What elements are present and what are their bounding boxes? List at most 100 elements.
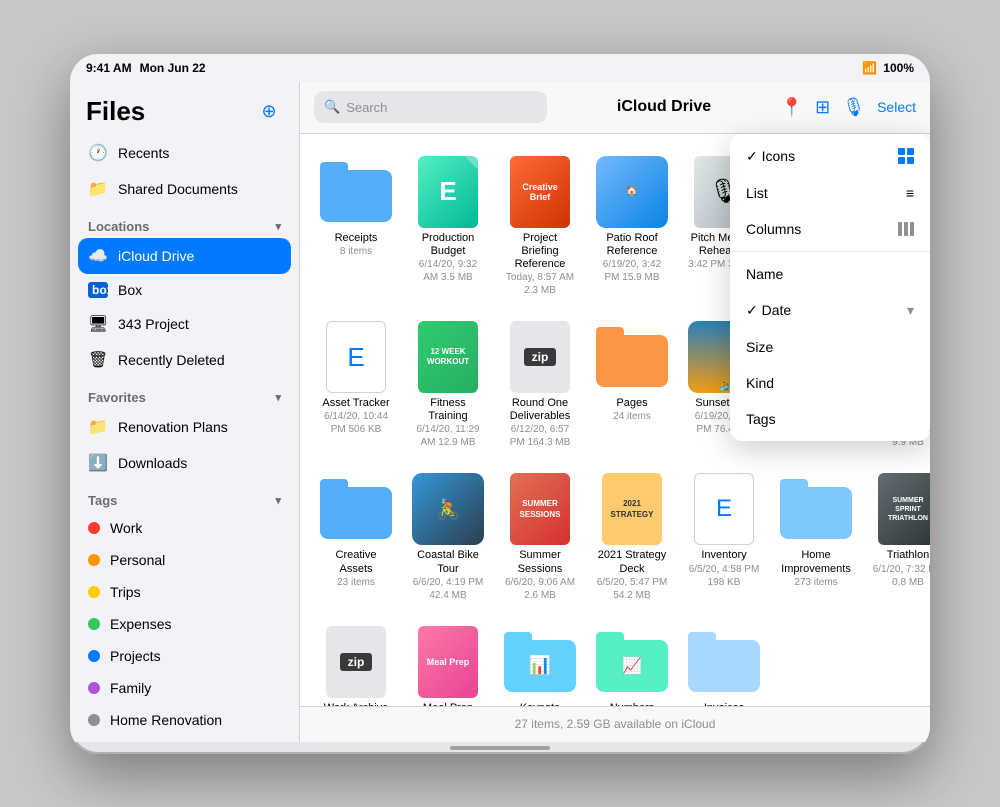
dropdown-sort-size[interactable]: Size [730,329,930,365]
file-item-asset[interactable]: E Asset Tracker 6/14/20, 10:44 PM 506 KB [316,315,396,455]
dropdown-columns[interactable]: Columns [730,211,930,247]
sidebar-header: Files ⊕ [70,82,299,135]
sidebar-item-icloud[interactable]: ☁️ iCloud Drive [78,238,291,274]
tags-header[interactable]: Tags ▾ [78,481,291,512]
favorites-header[interactable]: Favorites ▾ [78,378,291,409]
sidebar-item-box[interactable]: box Box [78,274,291,306]
locations-header[interactable]: Locations ▾ [78,207,291,238]
strategy-thumb: 2021 STRATEGY [596,473,668,545]
file-item-patio[interactable]: 🏠 Patio Roof Reference 6/19/20, 3:42 PM … [592,150,672,304]
creative-thumb [320,473,392,545]
project-name: Project Briefing Reference [504,232,576,272]
toolbar-right: 📍 ⊞ 🎙 Select [781,97,916,118]
file-item-coastal[interactable]: 🚴 Coastal Bike Tour 6/6/20, 4:19 PM 42.4… [408,467,488,607]
view-toggle-button[interactable]: ⊞ [815,97,830,118]
file-item-keynote[interactable]: 📊 Keynote 32 items [500,620,580,706]
file-item-round-one[interactable]: zip Round One Deliverables 6/12/20, 6:57… [500,315,580,455]
file-item-triathlon[interactable]: SUMMER SPRINT TRIATHLON Triathlon 6/1/20… [868,467,930,607]
sidebar-item-shared[interactable]: 📁 Shared Documents [78,171,291,207]
sidebar-favorites-section: Favorites ▾ 📁 Renovation Plans ⬇️ Downlo… [70,378,299,481]
strategy-name: 2021 Strategy Deck [596,549,668,575]
dropdown-icons[interactable]: ✓ Icons [730,138,930,175]
file-item-pages-folder[interactable]: Pages 24 items [592,315,672,455]
sidebar-item-tag-trips[interactable]: Trips [78,576,291,608]
sidebar-item-tag-family[interactable]: Family [78,672,291,704]
home-imp-name: Home Improvements [780,549,852,575]
sidebar-item-343[interactable]: 🖥 343 Project [78,306,291,342]
file-item-inventory[interactable]: E Inventory 6/5/20, 4:58 PM 198 KB [684,467,764,607]
select-button[interactable]: Select [877,99,916,115]
file-item-numbers-folder[interactable]: 📈 Numbers 16 items [592,620,672,706]
file-item-project[interactable]: Creative Brief Project Briefing Referenc… [500,150,580,304]
list-label: List [746,185,768,201]
receipts-thumb [320,156,392,228]
personal-label: Personal [110,552,165,568]
sidebar-item-renovation[interactable]: 📁 Renovation Plans [78,409,291,445]
sidebar-item-tag-personal[interactable]: Personal [78,544,291,576]
location-pin-button[interactable]: 📍 [781,97,803,118]
status-time: 9:41 AM [86,61,132,75]
locations-chevron: ▾ [275,220,281,233]
file-item-fitness[interactable]: 12 WEEK WORKOUT Fitness Training 6/14/20… [408,315,488,455]
invoices-thumb [688,626,760,698]
sidebar-item-tag-home-reno[interactable]: Home Renovation [78,704,291,736]
sort-tags-label: Tags [746,411,776,427]
fitness-name: Fitness Training [412,397,484,423]
favorites-chevron: ▾ [275,391,281,404]
search-placeholder: Search [346,100,387,115]
summer-name: Summer Sessions [504,549,576,575]
production-name: Production Budget [412,232,484,258]
search-icon: 🔍 [324,99,340,115]
dropdown-sort-name[interactable]: Name [730,256,930,292]
search-bar[interactable]: 🔍 Search [314,91,547,123]
home-reno-dot [88,714,100,726]
production-meta: 6/14/20, 9:32 AM 3.5 MB [412,258,484,284]
sidebar-item-downloads[interactable]: ⬇️ Downloads [78,445,291,481]
list-icon: ≡ [906,185,914,201]
home-reno-label: Home Renovation [110,712,222,728]
sidebar-item-tag-expenses[interactable]: Expenses [78,608,291,640]
file-item-strategy[interactable]: 2021 STRATEGY 2021 Strategy Deck 6/5/20,… [592,467,672,607]
microphone-button[interactable]: 🎙 [842,97,865,118]
fitness-meta: 6/14/20, 11:29 AM 12.9 MB [412,423,484,449]
coastal-name: Coastal Bike Tour [412,549,484,575]
expenses-label: Expenses [110,616,171,632]
file-item-meal[interactable]: Meal Prep Meal Prep 5/25/20, 8:39 PM 1.4… [408,620,488,706]
file-item-work-archive[interactable]: zip Work Archive 5/29/20, 10:27 AM 55.7 … [316,620,396,706]
dropdown-sort-tags[interactable]: Tags [730,401,930,437]
meal-thumb: Meal Prep [412,626,484,698]
file-item-home-imp[interactable]: Home Improvements 273 items [776,467,856,607]
columns-label: Columns [746,221,801,237]
sidebar-add-button[interactable]: ⊕ [255,97,283,125]
file-item-production[interactable]: E Production Budget 6/14/20, 9:32 AM 3.5… [408,150,488,304]
recents-icon: 🕐 [88,143,108,163]
inventory-thumb: E [688,473,760,545]
file-item-creative[interactable]: Creative Assets 23 items [316,467,396,607]
projects-dot [88,650,100,662]
toolbar-title: iCloud Drive [557,98,770,116]
file-item-summer[interactable]: SUMMER SESSIONS Summer Sessions 6/6/20, … [500,467,580,607]
app-container: Files ⊕ 🕐 Recents 📁 Shared Documents Loc… [70,82,930,742]
file-item-invoices[interactable]: Invoices 8 items [684,620,764,706]
dropdown-sort-kind[interactable]: Kind [730,365,930,401]
trips-label: Trips [110,584,141,600]
expenses-dot [88,618,100,630]
dropdown-sort-section: Name ✓ Date ▾ Size Kind Tags [730,252,930,441]
sidebar-title: Files [86,96,145,127]
dropdown-sort-date[interactable]: ✓ Date ▾ [730,292,930,329]
file-item-receipts[interactable]: Receipts 8 items [316,150,396,304]
wifi-icon: 📶 [862,61,877,75]
summer-meta: 6/6/20, 9:06 AM 2.6 MB [504,576,576,602]
family-dot [88,682,100,694]
sidebar-item-recents[interactable]: 🕐 Recents [78,135,291,171]
sidebar-quick-access: 🕐 Recents 📁 Shared Documents [70,135,299,207]
trash-icon: 🗑 [88,350,108,370]
icloud-icon: ☁️ [88,246,108,266]
sidebar-item-deleted[interactable]: 🗑 Recently Deleted [78,342,291,378]
shared-label: Shared Documents [118,181,238,197]
locations-label: Locations [88,219,149,234]
sidebar-item-tag-work[interactable]: Work [78,512,291,544]
triathlon-meta: 6/1/20, 7:32 PM 0.8 MB [872,563,930,589]
sidebar-item-tag-projects[interactable]: Projects [78,640,291,672]
dropdown-list[interactable]: List ≡ [730,175,930,211]
